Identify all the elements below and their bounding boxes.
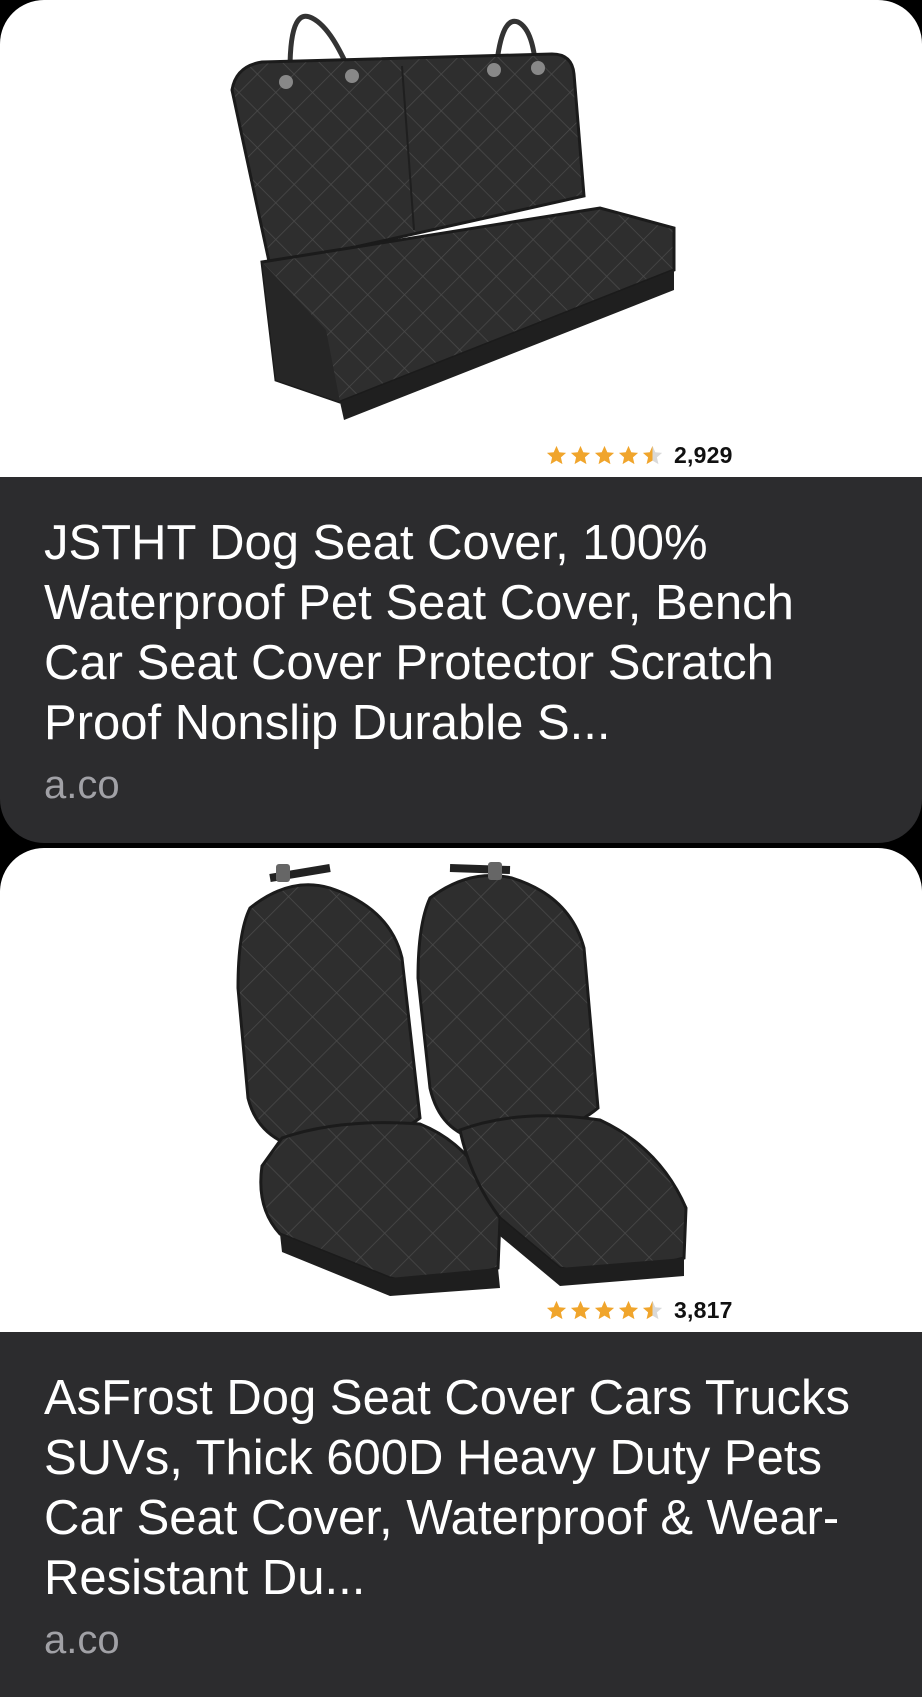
rating: 3,817	[545, 1296, 733, 1324]
product-image[interactable]: 3,817	[0, 848, 922, 1332]
bucket-seat-covers-image	[236, 862, 688, 1296]
star-icon	[546, 445, 567, 464]
result-text[interactable]: JSTHT Dog Seat Cover, 100% Waterproof Pe…	[0, 477, 922, 809]
star-icon	[570, 1300, 591, 1319]
rating: 2,929	[545, 441, 733, 469]
result-card[interactable]: 3,817 AsFrost Dog Seat Cover Cars Trucks…	[0, 848, 922, 1697]
star-icon	[594, 1300, 615, 1319]
product-image[interactable]: 2,929	[0, 0, 922, 477]
star-rating	[545, 1299, 665, 1322]
result-title[interactable]: JSTHT Dog Seat Cover, 100% Waterproof Pe…	[44, 513, 874, 753]
half-star-icon	[642, 445, 663, 464]
bench-seat-cover-image	[230, 13, 676, 420]
half-star-icon	[642, 1300, 663, 1319]
result-card[interactable]: 2,929 JSTHT Dog Seat Cover, 100% Waterpr…	[0, 0, 922, 843]
star-icon	[570, 445, 591, 464]
rating-count: 3,817	[674, 1296, 733, 1323]
rating-count: 2,929	[674, 441, 733, 468]
result-domain: a.co	[44, 763, 120, 807]
star-icon	[546, 1300, 567, 1319]
result-domain: a.co	[44, 1618, 120, 1662]
result-text[interactable]: AsFrost Dog Seat Cover Cars Trucks SUVs,…	[0, 1332, 922, 1664]
star-icon	[618, 445, 639, 464]
star-icon	[618, 1300, 639, 1319]
star-icon	[594, 445, 615, 464]
result-title[interactable]: AsFrost Dog Seat Cover Cars Trucks SUVs,…	[44, 1368, 874, 1608]
star-rating	[545, 444, 665, 467]
